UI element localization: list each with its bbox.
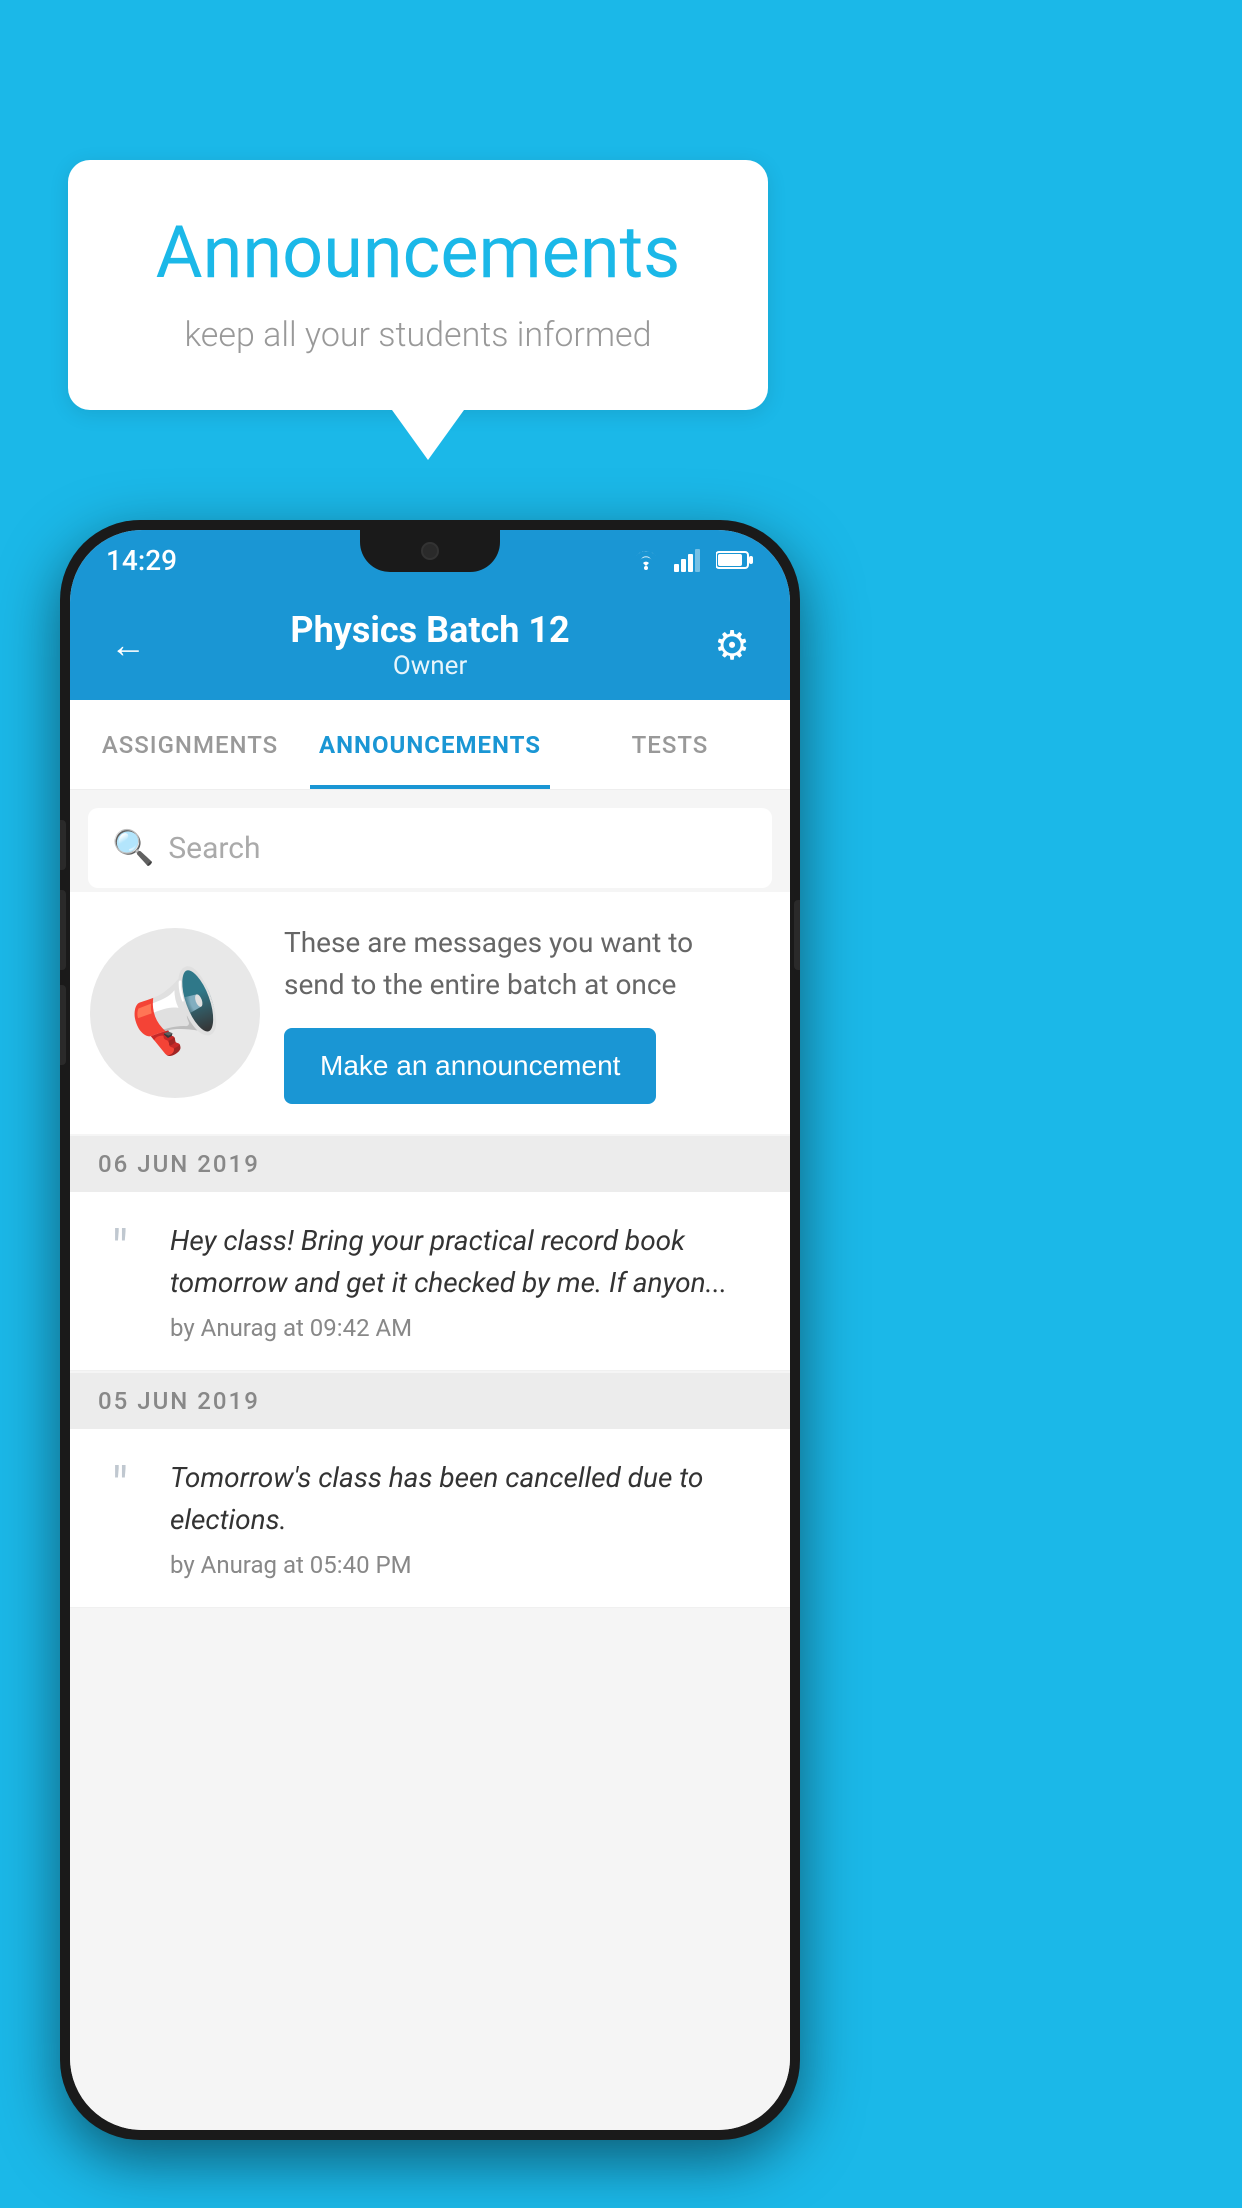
tab-announcements[interactable]: ANNOUNCEMENTS [310,700,550,789]
camera [421,542,439,560]
promo-text: These are messages you want to send to t… [284,922,760,1006]
announcement-text-1: Hey class! Bring your practical record b… [170,1220,762,1304]
date-separator-2: 05 JUN 2019 [70,1373,790,1429]
search-placeholder: Search [168,831,260,866]
volume-down-button [60,890,66,970]
app-bar-title: Physics Batch 12 [156,609,704,651]
status-icons [630,548,754,572]
announcement-item-1[interactable]: " Hey class! Bring your practical record… [70,1192,790,1371]
announcement-text-2: Tomorrow's class has been cancelled due … [170,1457,762,1541]
content-area: 🔍 Search 📢 These are messages you want t… [70,790,790,2130]
promo-icon-circle: 📢 [90,928,260,1098]
announcement-promo: 📢 These are messages you want to send to… [70,892,790,1134]
search-icon: 🔍 [112,828,154,868]
tab-tests[interactable]: TESTS [550,700,790,789]
speech-bubble-subtitle: keep all your students informed [128,315,708,355]
announcement-meta-1: by Anurag at 09:42 AM [170,1314,762,1342]
tab-assignments[interactable]: ASSIGNMENTS [70,700,310,789]
date-separator-1: 06 JUN 2019 [70,1136,790,1192]
announcement-content-2: Tomorrow's class has been cancelled due … [170,1457,762,1579]
power-button [794,900,800,970]
quote-icon-1: " [90,1224,150,1276]
megaphone-icon: 📢 [118,958,231,1069]
app-bar: ← Physics Batch 12 Owner ⚙ [70,590,790,700]
status-bar: 14:29 [70,530,790,590]
announcement-item-2[interactable]: " Tomorrow's class has been cancelled du… [70,1429,790,1608]
app-bar-title-container: Physics Batch 12 Owner [156,609,704,681]
speech-bubble-tail [392,410,464,460]
promo-right: These are messages you want to send to t… [284,922,760,1104]
notch [360,530,500,572]
quote-icon-2: " [90,1461,150,1513]
make-announcement-button[interactable]: Make an announcement [284,1028,656,1104]
app-bar-subtitle: Owner [156,651,704,681]
signal-icon [674,548,704,572]
battery-icon [716,550,754,570]
announcement-meta-2: by Anurag at 05:40 PM [170,1551,762,1579]
phone-mockup: 14:29 [60,520,800,2140]
speech-bubble-container: Announcements keep all your students inf… [68,160,768,460]
settings-button[interactable]: ⚙ [704,612,760,679]
silent-button [60,985,66,1065]
speech-bubble: Announcements keep all your students inf… [68,160,768,410]
search-bar[interactable]: 🔍 Search [88,808,772,888]
wifi-icon [630,548,662,572]
status-time: 14:29 [106,544,177,577]
tab-bar: ASSIGNMENTS ANNOUNCEMENTS TESTS [70,700,790,790]
speech-bubble-title: Announcements [128,210,708,295]
volume-up-button [60,820,66,870]
back-button[interactable]: ← [100,614,156,676]
phone-screen: 14:29 [70,530,790,2130]
announcement-content-1: Hey class! Bring your practical record b… [170,1220,762,1342]
